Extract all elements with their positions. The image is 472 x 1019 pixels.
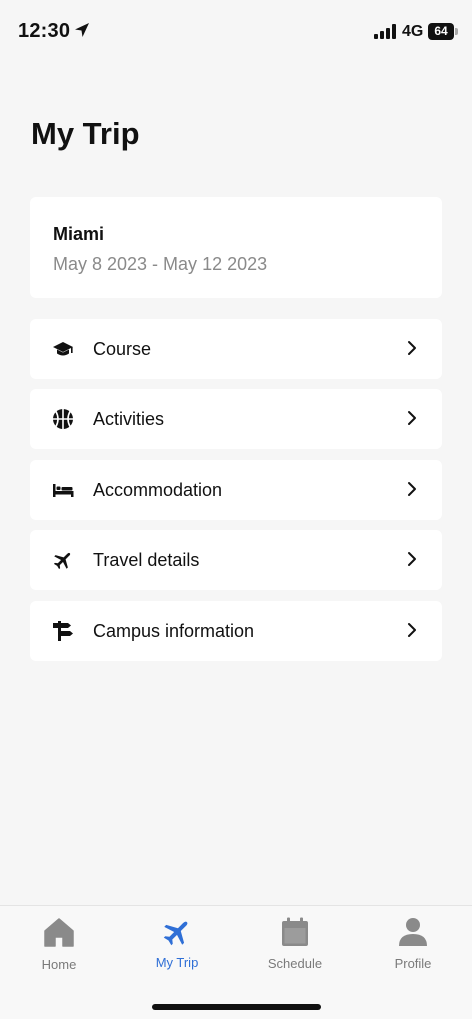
chevron-right-icon [408, 482, 416, 496]
menu-item-label: Activities [93, 409, 165, 429]
tab-my-trip[interactable]: My Trip [118, 906, 236, 986]
graduation-cap-icon [53, 342, 73, 356]
trip-city: Miami [53, 224, 105, 244]
menu-item-accommodation[interactable]: Accommodation [30, 460, 442, 520]
chevron-right-icon [408, 623, 416, 637]
chevron-right-icon [408, 552, 416, 566]
status-time: 12:30 [18, 20, 71, 42]
menu-item-course[interactable]: Course [30, 319, 442, 379]
trip-dates: May 8 2023 - May 12 2023 [53, 254, 268, 274]
page-title: My Trip [31, 116, 140, 151]
battery-level: 64 [428, 23, 454, 40]
tab-label: Schedule [267, 956, 323, 971]
chevron-right-icon [408, 341, 416, 355]
person-icon [399, 918, 427, 946]
airplane-icon [53, 552, 71, 570]
home-icon [44, 918, 74, 947]
status-bar: 12:30 4G 64 [0, 0, 472, 64]
tab-label: My Trip [155, 955, 199, 970]
menu-item-activities[interactable]: Activities [30, 389, 442, 449]
calendar-icon [282, 917, 308, 946]
tab-profile[interactable]: Profile [354, 906, 472, 986]
basketball-icon [53, 409, 73, 429]
tab-home[interactable]: Home [0, 906, 118, 986]
menu-item-campus-information[interactable]: Campus information [30, 601, 442, 661]
menu-item-label: Course [93, 339, 152, 359]
home-indicator[interactable] [152, 1004, 321, 1010]
bed-icon [53, 484, 74, 497]
trip-summary-card: Miami May 8 2023 - May 12 2023 [30, 197, 442, 298]
airplane-icon [163, 921, 188, 946]
signpost-icon [53, 621, 73, 641]
my-trip-screen: 12:30 4G 64 My Trip Miami May 8 2023 - M… [0, 0, 472, 1019]
menu-item-travel-details[interactable]: Travel details [30, 530, 442, 590]
battery-icon: 64 [428, 23, 458, 40]
menu-item-label: Campus information [93, 621, 255, 641]
tab-bar: Home My Trip Schedule Profile [0, 905, 472, 1019]
tab-label: Profile [394, 956, 432, 971]
menu-item-label: Accommodation [93, 480, 223, 500]
network-type: 4G [402, 23, 424, 40]
cellular-signal-icon [374, 24, 396, 39]
tab-schedule[interactable]: Schedule [236, 906, 354, 986]
menu-item-label: Travel details [93, 550, 200, 570]
location-arrow-icon [75, 23, 89, 37]
chevron-right-icon [408, 411, 416, 425]
tab-label: Home [41, 957, 77, 972]
